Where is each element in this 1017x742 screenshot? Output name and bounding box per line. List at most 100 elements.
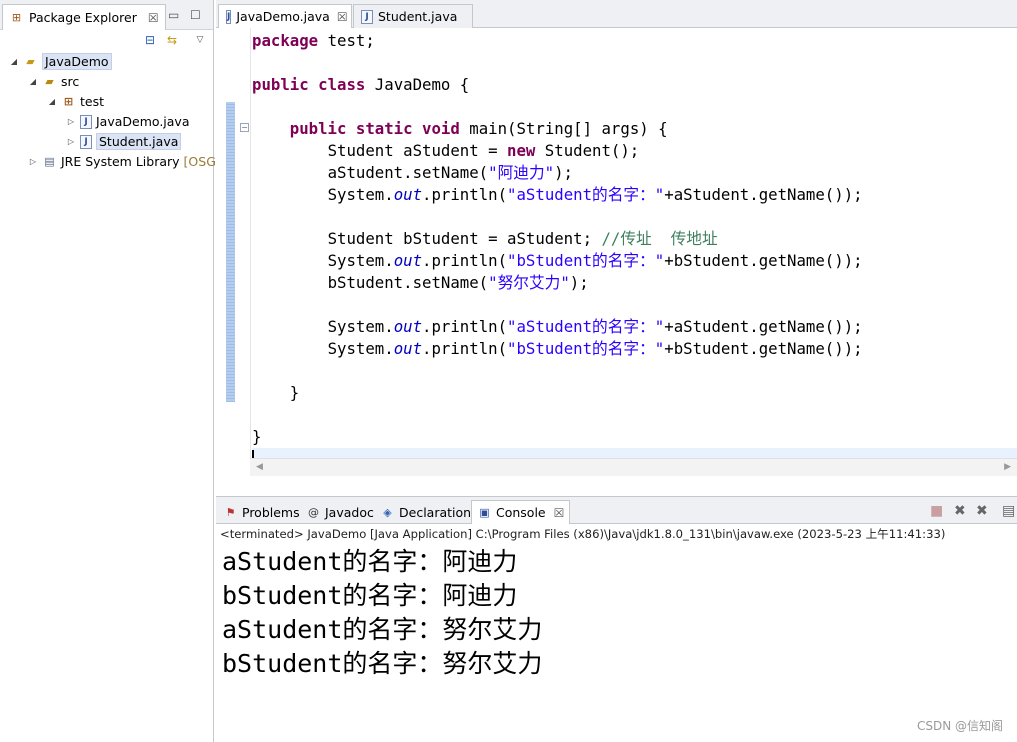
tree-item-label: Student.java <box>96 133 182 150</box>
code-text: System. <box>327 251 394 270</box>
tree-item-label: JavaDemo <box>42 53 112 70</box>
java-file-icon: J <box>226 9 232 24</box>
java-file-icon: J <box>361 9 373 24</box>
console-output-line: aStudent的名字：努尔艾力 <box>222 615 543 644</box>
horizontal-scrollbar[interactable]: ◀ ▶ <box>250 458 1017 476</box>
keyword: public <box>289 119 347 138</box>
tree-item-decoration: [OSGi <box>183 154 220 169</box>
tab-student-java[interactable]: J Student.java <box>353 4 473 28</box>
tree-item-project[interactable]: ◢ ▰ JavaDemo <box>9 52 112 71</box>
scroll-left-icon[interactable]: ◀ <box>256 462 263 472</box>
view-menu-icon[interactable]: ▽ <box>193 33 207 47</box>
close-icon[interactable]: ☒ <box>148 11 159 25</box>
code-text: aStudent.setName( <box>327 163 489 182</box>
maximize-icon[interactable]: ☐ <box>190 8 201 22</box>
javadoc-icon: @ <box>308 505 319 519</box>
code-text: Student(); <box>535 141 640 160</box>
tab-javademo-java[interactable]: J JavaDemo.java ☒ <box>218 4 352 28</box>
tree-item-label: JRE System Library <box>61 154 180 169</box>
editor-area: J JavaDemo.java ☒ J Student.java − packa… <box>216 0 1017 494</box>
code-text: Student bStudent = aStudent; <box>327 229 602 248</box>
tab-label: JavaDemo.java <box>236 9 330 24</box>
code-text: System. <box>327 339 394 358</box>
comment: //传址 传地址 <box>601 229 718 248</box>
package-explorer-tabbar: ⊞ Package Explorer ☒ ▭ ☐ <box>0 0 213 30</box>
tree-item-label: test <box>80 94 105 109</box>
collapsed-arrow-icon[interactable]: ▷ <box>66 117 76 126</box>
code-text: .println( <box>422 185 508 204</box>
remove-launch-icon[interactable]: ✖ <box>954 503 966 519</box>
expanded-arrow-icon[interactable]: ◢ <box>47 97 57 106</box>
close-icon[interactable]: ☒ <box>554 506 565 520</box>
keyword: class <box>318 75 366 94</box>
collapsed-arrow-icon[interactable]: ▷ <box>28 157 38 166</box>
console-output-line: aStudent的名字：阿迪力 <box>222 547 518 576</box>
java-file-icon: J <box>80 114 92 129</box>
code-text: } <box>289 383 300 402</box>
remove-all-terminated-icon[interactable]: ✖ <box>976 503 988 519</box>
tree-item-src[interactable]: ◢ ▰ src <box>28 72 79 91</box>
package-explorer-icon: ⊞ <box>11 11 22 24</box>
code-text: ); <box>569 273 589 292</box>
tree-item-label: JavaDemo.java <box>96 114 190 129</box>
tree-item-package[interactable]: ◢ ⊞ test <box>47 92 104 111</box>
package-icon: ⊞ <box>63 95 74 108</box>
tree-item-file[interactable]: ▷ J Student.java <box>66 132 182 151</box>
expanded-arrow-icon[interactable]: ◢ <box>9 57 19 66</box>
expanded-arrow-icon[interactable]: ◢ <box>28 77 38 86</box>
gutter-separator <box>250 28 251 476</box>
package-explorer-toolbar: ⊟ ⇆ ▽ <box>0 30 213 50</box>
keyword: static <box>355 119 413 138</box>
overview-ruler <box>220 28 235 476</box>
code-text: +bStudent.getName()); <box>664 251 863 270</box>
console-output-line: bStudent的名字：努尔艾力 <box>222 649 543 678</box>
string-literal: "阿迪力" <box>488 163 555 182</box>
console-icon: ▣ <box>479 506 490 519</box>
code-text: ); <box>554 163 573 182</box>
collapse-all-icon[interactable]: ⊟ <box>143 33 157 47</box>
tab-label: Student.java <box>378 9 458 24</box>
link-with-editor-icon[interactable]: ⇆ <box>165 33 179 47</box>
code-text: +aStudent.getName()); <box>664 317 863 336</box>
java-project-icon: ▰ <box>26 55 35 68</box>
tab-label: Javadoc <box>325 504 374 520</box>
keyword: package <box>252 31 319 50</box>
code-text: main(String[] args) { <box>459 119 668 138</box>
string-literal: "bStudent的名字：" <box>507 251 665 270</box>
tab-problems[interactable]: ⚑ Problems <box>218 500 305 524</box>
console-output[interactable]: aStudent的名字：阿迪力 bStudent的名字：阿迪力 aStudent… <box>222 545 542 681</box>
terminate-icon[interactable]: ■ <box>930 503 943 519</box>
problems-icon: ⚑ <box>225 505 236 519</box>
fold-toggle-icon[interactable]: − <box>240 123 249 132</box>
bottom-panel: ⚑ Problems @ Javadoc ◈ Declaration ▣ Con… <box>216 496 1017 742</box>
change-indicator-bar <box>226 102 235 402</box>
watermark: CSDN @信知阁 <box>916 719 1003 733</box>
static-field: out <box>393 317 423 336</box>
console-output-line: bStudent的名字：阿迪力 <box>222 581 518 610</box>
string-literal: "aStudent的名字：" <box>507 185 665 204</box>
declaration-icon: ◈ <box>383 505 392 519</box>
source-code[interactable]: package test; public class JavaDemo { pu… <box>252 30 1017 470</box>
scroll-right-icon[interactable]: ▶ <box>1004 462 1011 472</box>
tab-label: Console <box>496 505 546 520</box>
static-field: out <box>393 185 423 204</box>
clear-console-icon[interactable]: ▤ <box>1002 503 1015 519</box>
code-editor[interactable]: − package test; public class JavaDemo { … <box>216 28 1017 476</box>
code-text: System. <box>327 185 394 204</box>
minimize-icon[interactable]: ▭ <box>168 8 179 22</box>
string-literal: "bStudent的名字：" <box>507 339 665 358</box>
tree-item-jre[interactable]: ▷ ▤ JRE System Library [OSGi <box>28 152 219 171</box>
console-status-line: <terminated> JavaDemo [Java Application]… <box>220 527 946 541</box>
tab-declaration[interactable]: ◈ Declaration <box>375 500 476 524</box>
code-text: bStudent.setName( <box>327 273 489 292</box>
code-text: .println( <box>422 317 508 336</box>
tab-javadoc[interactable]: @ Javadoc <box>301 500 379 524</box>
package-explorer-tab[interactable]: ⊞ Package Explorer ☒ <box>2 4 166 30</box>
tab-console[interactable]: ▣ Console ☒ <box>471 500 571 524</box>
tree-item-file[interactable]: ▷ J JavaDemo.java <box>66 112 190 131</box>
java-file-icon: J <box>80 134 92 149</box>
close-icon[interactable]: ☒ <box>337 10 348 24</box>
collapsed-arrow-icon[interactable]: ▷ <box>66 137 76 146</box>
code-text: System. <box>327 317 394 336</box>
bottom-tabbar: ⚑ Problems @ Javadoc ◈ Declaration ▣ Con… <box>216 497 1017 524</box>
